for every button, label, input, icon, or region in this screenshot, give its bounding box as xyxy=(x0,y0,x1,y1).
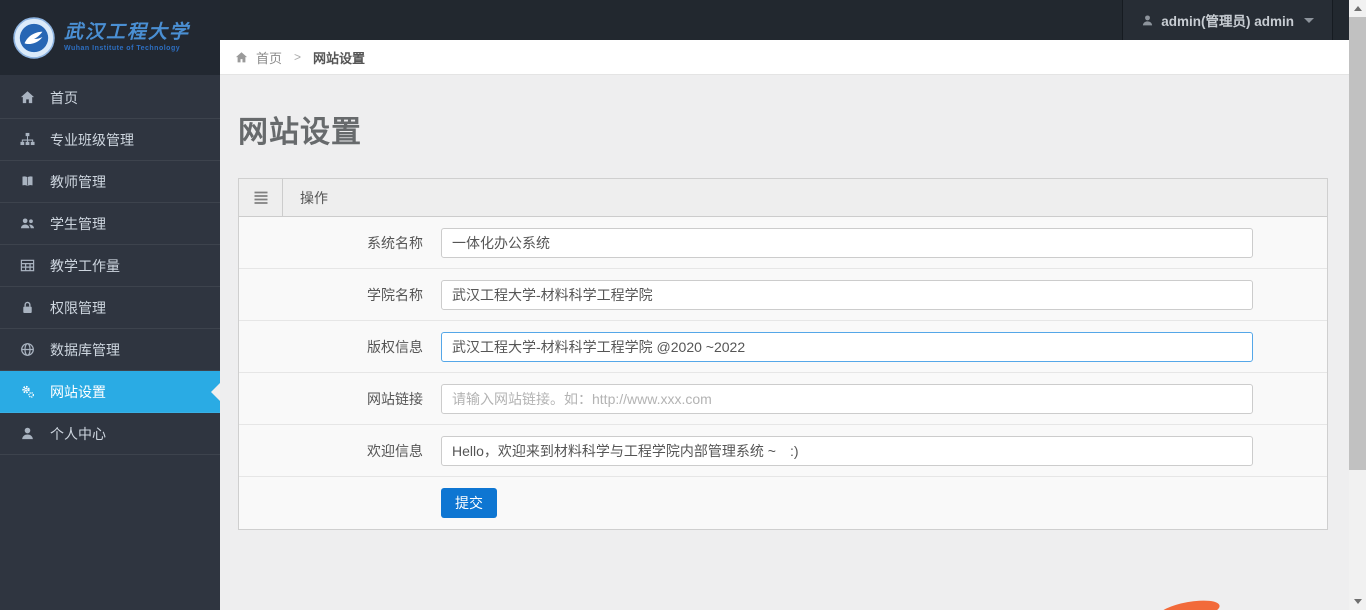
sidebar-item-label: 个人中心 xyxy=(50,425,106,442)
system-name-label: 系统名称 xyxy=(367,234,423,251)
system-name-input[interactable] xyxy=(441,227,1253,258)
university-emblem-icon xyxy=(13,16,55,59)
arrow-down-icon xyxy=(1353,599,1362,604)
sidebar-item-database[interactable]: 数据库管理 xyxy=(0,329,220,371)
panel-header: 操作 xyxy=(239,179,1327,217)
scrollbar-down-button[interactable] xyxy=(1349,593,1366,610)
sidebar: 武汉工程大学 Wuhan Institute of Technology 首页专… xyxy=(0,0,220,610)
breadcrumb: 首页 > 网站设置 xyxy=(220,40,1349,75)
active-item-arrow xyxy=(211,382,220,401)
copyright-label: 版权信息 xyxy=(367,338,423,355)
arrow-up-icon xyxy=(1353,6,1362,11)
users-icon xyxy=(19,216,35,232)
welcome-message-label: 欢迎信息 xyxy=(367,442,423,459)
user-menu-label: admin(管理员) admin xyxy=(1161,14,1294,29)
college-name-input[interactable] xyxy=(441,279,1253,310)
sidebar-item-label: 数据库管理 xyxy=(50,341,120,358)
home-icon xyxy=(235,51,248,64)
gears-icon xyxy=(19,384,35,400)
vertical-scrollbar xyxy=(1349,0,1366,610)
sitemap-icon xyxy=(19,132,35,148)
panel-header-label: 操作 xyxy=(300,189,328,206)
copyright-input[interactable] xyxy=(441,331,1253,362)
sidebar-menu: 首页专业班级管理 教师管理学生管理教学工作量权限管理数据库管理网站设置个人中心 xyxy=(0,77,220,455)
sidebar-item-label: 权限管理 xyxy=(50,299,106,316)
submit-button[interactable]: 提交 xyxy=(441,488,497,518)
form-rows: 系统名称学院名称版权信息网站链接欢迎信息 xyxy=(239,217,1327,477)
sidebar-item-workload[interactable]: 教学工作量 xyxy=(0,245,220,287)
site-link-input[interactable] xyxy=(441,383,1253,414)
breadcrumb-separator: > xyxy=(294,50,302,64)
form-row: 学院名称 xyxy=(239,269,1327,321)
user-icon xyxy=(19,426,35,442)
scrollbar-thumb[interactable] xyxy=(1349,17,1366,470)
sidebar-item-site-settings[interactable]: 网站设置 xyxy=(0,371,220,413)
form-row: 系统名称 xyxy=(239,217,1327,269)
main-content: 网站设置 操作 系统名称学院名称版权信息网站链接欢迎信息 提交 xyxy=(220,75,1349,610)
form-row: 版权信息 xyxy=(239,321,1327,373)
sidebar-item-permissions[interactable]: 权限管理 xyxy=(0,287,220,329)
settings-panel: 操作 系统名称学院名称版权信息网站链接欢迎信息 提交 xyxy=(238,178,1328,530)
sidebar-item-label: 学生管理 xyxy=(50,215,106,232)
brand-text: 武汉工程大学 Wuhan Institute of Technology xyxy=(64,22,191,53)
college-name-label: 学院名称 xyxy=(367,286,423,303)
breadcrumb-current: 网站设置 xyxy=(313,50,366,66)
sidebar-item-teachers[interactable]: 教师管理 xyxy=(0,161,220,203)
university-name-en: Wuhan Institute of Technology xyxy=(64,45,181,52)
submit-row: 提交 xyxy=(239,477,1327,529)
hamburger-icon xyxy=(254,191,267,204)
sidebar-item-label: 网站设置 xyxy=(50,383,106,400)
form-row: 欢迎信息 xyxy=(239,425,1327,477)
panel-collapse-button[interactable] xyxy=(239,179,283,216)
lock-icon xyxy=(19,300,35,316)
book-icon xyxy=(19,174,35,190)
sidebar-item-profile[interactable]: 个人中心 xyxy=(0,413,220,455)
sidebar-item-students[interactable]: 学生管理 xyxy=(0,203,220,245)
site-link-label: 网站链接 xyxy=(367,390,423,407)
topbar: admin(管理员) admin xyxy=(220,0,1349,40)
page-title: 网站设置 xyxy=(238,116,362,149)
user-menu[interactable]: admin(管理员) admin xyxy=(1122,0,1333,40)
table-icon xyxy=(19,258,35,274)
user-icon xyxy=(1141,14,1154,27)
scrollbar-up-button[interactable] xyxy=(1349,0,1366,17)
home-icon xyxy=(19,90,35,106)
sidebar-item-major-class[interactable]: 专业班级管理 xyxy=(0,119,220,161)
welcome-message-input[interactable] xyxy=(441,435,1253,466)
globe-icon xyxy=(19,342,35,358)
sidebar-item-label: 教学工作量 xyxy=(50,257,120,274)
sidebar-item-label: 首页 xyxy=(50,89,78,106)
sidebar-item-label: 教师管理 xyxy=(50,173,106,190)
university-logo: 武汉工程大学 Wuhan Institute of Technology xyxy=(0,0,220,75)
breadcrumb-home-link[interactable]: 首页 xyxy=(256,48,282,67)
sidebar-item-home[interactable]: 首页 xyxy=(0,77,220,119)
form-row: 网站链接 xyxy=(239,373,1327,425)
chevron-down-icon xyxy=(1304,17,1314,23)
sidebar-item-label: 专业班级管理 xyxy=(50,131,134,148)
university-name-cn: 武汉工程大学 xyxy=(64,22,191,43)
